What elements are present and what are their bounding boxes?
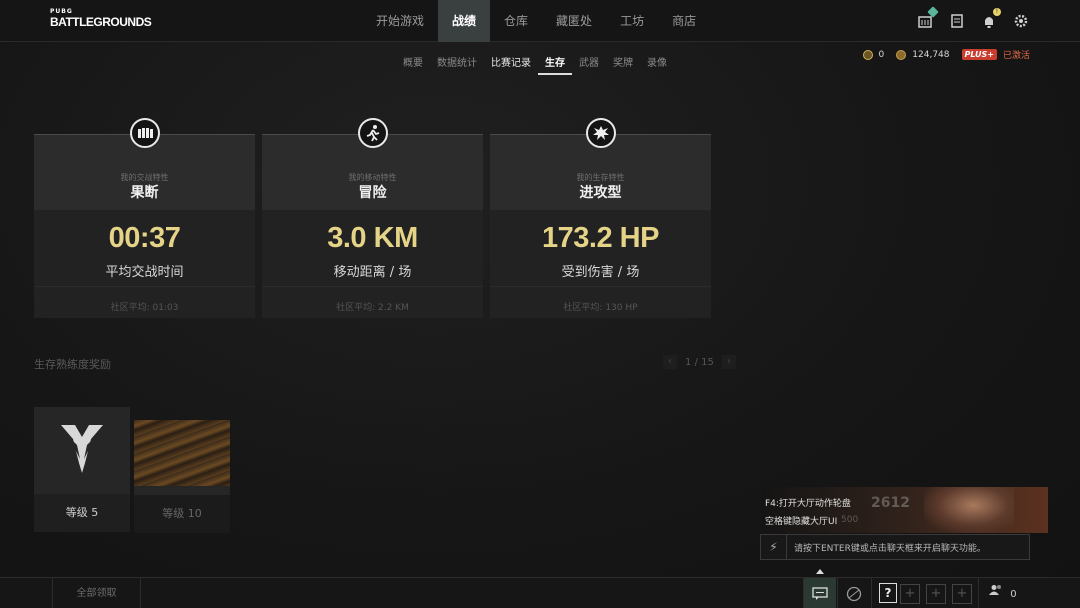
battlegrounds-logo: PUBG BATTLEGROUNDS	[50, 8, 152, 34]
main-nav: 开始游戏 战绩 仓库 藏匿处 工坊 商店	[362, 0, 710, 42]
movement-card: 我的移动特性 冒险 3.0 KM 移动距离 / 场 社区平均: 2.2 KM	[262, 118, 483, 318]
party-slot[interactable]: +	[923, 578, 949, 608]
stat-value: 173.2 HP	[542, 222, 659, 254]
party-slot[interactable]: +	[949, 578, 975, 608]
bell-icon[interactable]: !	[980, 8, 1001, 30]
tab-match-history[interactable]: 比赛记录	[484, 50, 538, 75]
reward-item[interactable]: 等级 5	[34, 407, 130, 532]
chat-toggle-button[interactable]	[803, 578, 836, 608]
add-member-icon: +	[952, 584, 972, 604]
stat-value: 00:37	[108, 222, 181, 254]
party-slot[interactable]: +	[897, 578, 923, 608]
nav-workshop[interactable]: 工坊	[606, 0, 658, 42]
reward-emblem-icon	[61, 423, 103, 481]
divider	[262, 286, 483, 287]
stat-description: 受到伤害 / 场	[561, 265, 640, 280]
prev-page-button[interactable]: ‹	[663, 355, 677, 369]
tab-survival[interactable]: 生存	[538, 50, 572, 75]
rewards-section-title: 生存熟练度奖励	[34, 358, 111, 371]
hint-line: 空格键隐藏大厅UI	[765, 517, 838, 527]
engagement-card: 我的交战特性 果断 00:37 平均交战时间 社区平均: 01:03	[34, 118, 255, 318]
nav-career[interactable]: 战绩	[438, 0, 491, 42]
trait-name: 果断	[130, 185, 159, 201]
claim-all-button[interactable]: 全部领取	[52, 578, 141, 608]
tab-stats[interactable]: 数据统计	[430, 50, 484, 75]
runner-icon	[358, 118, 388, 148]
nav-stash[interactable]: 藏匿处	[542, 0, 606, 42]
nav-store[interactable]: 商店	[658, 0, 710, 42]
tab-replays[interactable]: 录像	[640, 50, 674, 75]
community-average: 社区平均: 2.2 KM	[336, 303, 409, 313]
hint-line: F4:打开大厅动作轮盘	[765, 499, 851, 509]
community-average: 社区平均: 130 HP	[563, 303, 638, 313]
plus-status: 已激活	[1002, 51, 1030, 61]
reward-item[interactable]: 等级 10	[134, 420, 230, 533]
stat-description: 平均交战时间	[105, 265, 184, 280]
lightning-icon[interactable]: ⚡	[761, 535, 787, 559]
tab-overview[interactable]: 概要	[396, 50, 430, 75]
reward-skin-preview	[134, 420, 230, 486]
bottom-bar: 全部领取 ? + + + 0	[0, 577, 1080, 608]
logo-big-text: BATTLEGROUNDS	[50, 15, 152, 29]
globe-icon[interactable]	[837, 578, 870, 608]
gcoin-icon	[896, 49, 907, 60]
nav-inventory[interactable]: 仓库	[490, 0, 542, 42]
notification-badge: !	[993, 8, 1001, 16]
gear-icon[interactable]	[1012, 12, 1030, 30]
currency-display: 0 124,748 PLUS+ 已激活	[862, 48, 1030, 61]
help-icon: ?	[879, 583, 897, 603]
bp-amount: 0	[878, 49, 885, 60]
gcoin-amount: 124,748	[912, 49, 950, 60]
chat-placeholder: 请按下ENTER键或点击聊天框来开启聊天功能。	[794, 544, 986, 554]
tab-medals[interactable]: 奖牌	[606, 50, 640, 75]
logo-small-text: PUBG	[50, 8, 73, 15]
bp-coin-icon	[862, 49, 873, 60]
chat-notice-panel: 2612 500 F4:打开大厅动作轮盘 空格键隐藏大厅UI	[761, 487, 1048, 533]
mission-icon[interactable]	[916, 6, 939, 30]
trait-name: 进攻型	[579, 185, 622, 201]
character-portrait	[924, 487, 1014, 533]
tab-weapons[interactable]: 武器	[572, 50, 606, 75]
rewards-pager: ‹ 1 / 15 ›	[663, 355, 736, 369]
nav-play[interactable]: 开始游戏	[362, 0, 438, 42]
career-subnav: 概要 数据统计 比赛记录 生存 武器 奖牌 录像	[396, 50, 674, 75]
faded-number: 500	[841, 515, 859, 525]
stat-description: 移动距离 / 场	[333, 265, 412, 280]
reward-level: 等级 10	[134, 495, 230, 533]
survival-card: 我的生存特性 进攻型 173.2 HP 受到伤害 / 场 社区平均: 130 H…	[490, 118, 711, 318]
add-member-icon: +	[900, 584, 920, 604]
explosion-icon	[586, 118, 616, 148]
top-icon-group: !	[916, 6, 1030, 30]
bullets-icon	[130, 118, 160, 148]
top-navigation-bar: PUBG BATTLEGROUNDS 开始游戏 战绩 仓库 藏匿处 工坊 商店 …	[0, 0, 1080, 42]
chat-input-box[interactable]: ⚡ 请按下ENTER键或点击聊天框来开启聊天功能。	[760, 534, 1030, 560]
next-page-button[interactable]: ›	[721, 355, 736, 369]
add-member-icon: +	[926, 584, 946, 604]
news-icon[interactable]	[948, 12, 966, 30]
divider	[490, 286, 711, 287]
trait-name: 冒险	[358, 185, 387, 201]
divider	[34, 286, 255, 287]
stat-value: 3.0 KM	[327, 222, 418, 254]
friends-button[interactable]: 0	[978, 578, 1028, 608]
friends-count: 0	[1010, 588, 1017, 600]
reward-level: 等级 5	[34, 494, 130, 532]
plus-badge[interactable]: PLUS+	[961, 49, 997, 60]
chat-caret-icon	[816, 569, 824, 574]
page-indicator: 1 / 15	[685, 356, 714, 368]
friends-icon	[989, 578, 1003, 608]
community-average: 社区平均: 01:03	[110, 303, 179, 313]
faded-number: 2612	[871, 495, 910, 511]
